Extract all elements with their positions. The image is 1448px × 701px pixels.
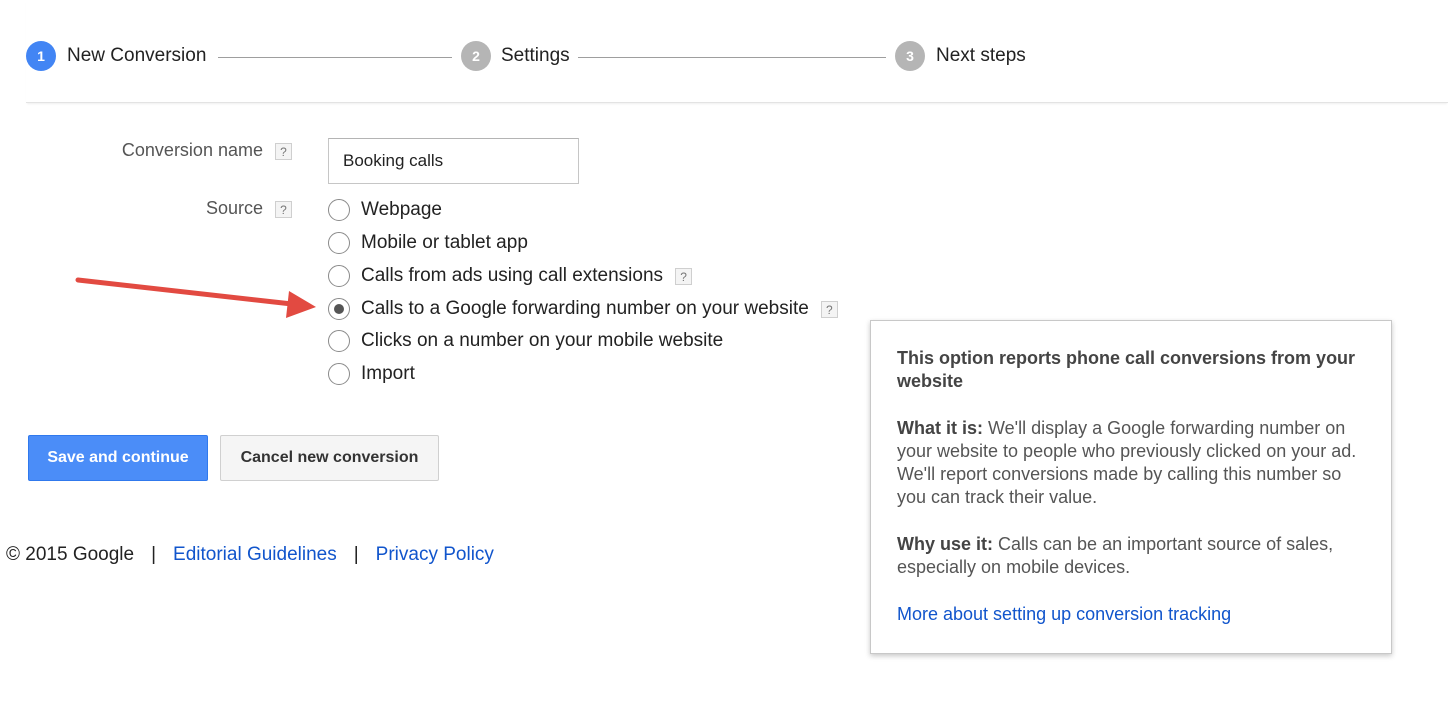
source-option-forwarding-number[interactable]: Calls to a Google forwarding number on y…	[328, 296, 838, 322]
source-help-tooltip: This option reports phone call conversio…	[870, 320, 1392, 654]
forwarding-number-help-icon[interactable]: ?	[820, 300, 838, 318]
tooltip-why-use-it: Why use it: Calls can be an important so…	[897, 533, 1365, 579]
source-option-label: Webpage	[361, 199, 442, 220]
conversion-tracking-link[interactable]: More about setting up conversion trackin…	[897, 604, 1231, 624]
progress-stepper: 1 New Conversion 2 Settings 3 Next steps	[26, 0, 1448, 103]
source-option-call-extensions[interactable]: Calls from ads using call extensions ?	[328, 263, 693, 289]
step-3-number: 3	[895, 41, 925, 71]
radio-webpage[interactable]	[328, 199, 350, 221]
footer-separator: |	[151, 544, 157, 565]
radio-import[interactable]	[328, 363, 350, 385]
source-option-webpage[interactable]: Webpage	[328, 197, 442, 223]
radio-app[interactable]	[328, 232, 350, 254]
annotation-arrow-icon	[75, 277, 316, 318]
step-1-number: 1	[26, 41, 56, 71]
step-connector-2	[578, 57, 886, 58]
source-option-app[interactable]: Mobile or tablet app	[328, 230, 528, 256]
step-3-label: Next steps	[936, 45, 1026, 66]
source-label: Source	[205, 198, 263, 218]
radio-forwarding-number[interactable]	[328, 298, 350, 320]
source-option-import[interactable]: Import	[328, 361, 415, 387]
source-option-label: Import	[361, 363, 415, 384]
conversion-name-label: Conversion name	[121, 140, 263, 160]
source-option-mobile-clicks[interactable]: Clicks on a number on your mobile websit…	[328, 328, 723, 354]
call-extensions-help-icon[interactable]: ?	[675, 267, 693, 285]
conversion-name-help-icon[interactable]: ?	[275, 142, 292, 160]
cancel-new-conversion-button[interactable]: Cancel new conversion	[220, 435, 439, 481]
source-field-label: Source ?	[206, 198, 292, 219]
tooltip-title: This option reports phone call conversio…	[897, 348, 1356, 391]
footer: © 2015 Google | Editorial Guidelines | Priva…	[6, 544, 494, 566]
conversion-setup-page: 1 New Conversion 2 Settings 3 Next steps…	[0, 0, 1448, 701]
radio-mobile-clicks[interactable]	[328, 330, 350, 352]
source-option-label: Mobile or tablet app	[361, 232, 528, 253]
editorial-guidelines-link[interactable]: Editorial Guidelines	[173, 544, 337, 565]
step-1-label: New Conversion	[67, 45, 207, 66]
step-connector-1	[218, 57, 452, 58]
source-help-icon[interactable]: ?	[275, 200, 292, 218]
source-option-label: Clicks on a number on your mobile websit…	[361, 330, 724, 351]
source-option-label: Calls to a Google forwarding number on y…	[361, 298, 809, 319]
step-2-label: Settings	[501, 45, 570, 66]
why-use-it-label: Why use it:	[897, 534, 994, 554]
what-it-is-label: What it is:	[897, 418, 983, 438]
step-2-number: 2	[461, 41, 491, 71]
copyright-text: © 2015 Google	[6, 544, 135, 565]
source-option-label: Calls from ads using call extensions	[361, 265, 664, 286]
conversion-name-field-label: Conversion name ?	[122, 140, 292, 161]
tooltip-what-it-is: What it is: We'll display a Google forwa…	[897, 417, 1365, 509]
footer-separator: |	[353, 544, 359, 565]
privacy-policy-link[interactable]: Privacy Policy	[376, 544, 494, 565]
conversion-name-input[interactable]	[328, 138, 579, 184]
save-and-continue-button[interactable]: Save and continue	[28, 435, 208, 481]
radio-call-extensions[interactable]	[328, 265, 350, 287]
